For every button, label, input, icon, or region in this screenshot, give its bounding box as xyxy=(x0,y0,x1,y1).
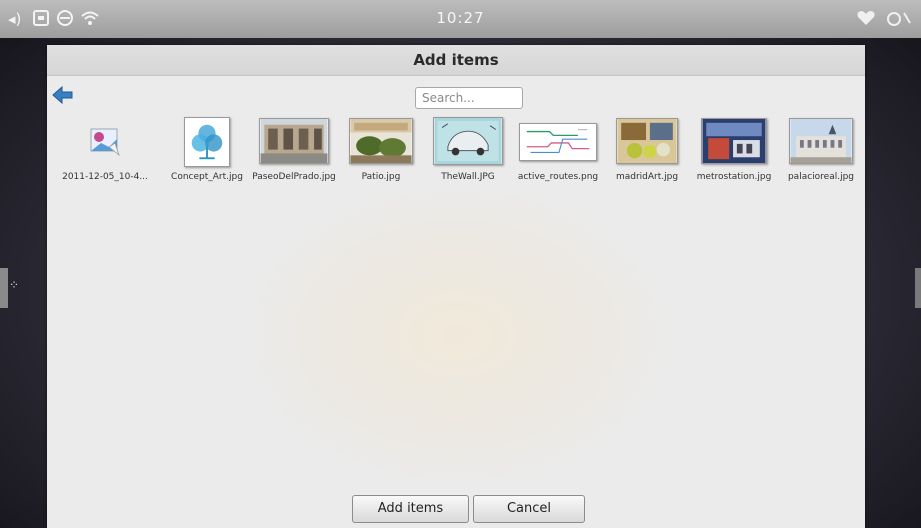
back-arrow-icon[interactable] xyxy=(51,85,75,105)
item-thumbnail xyxy=(349,118,413,164)
dialog-title: Add items xyxy=(47,45,865,76)
list-item[interactable]: PaseoDelPrado.jpg xyxy=(250,115,338,195)
list-item[interactable]: Patio.jpg xyxy=(337,115,425,195)
list-item[interactable]: madridArt.jpg xyxy=(603,115,691,195)
item-label: 2011-12-05_10-4... xyxy=(62,172,148,182)
right-edge-handle[interactable] xyxy=(915,268,921,308)
cancel-button[interactable]: Cancel xyxy=(473,495,585,523)
item-thumbnail xyxy=(433,117,503,165)
status-bar: ◂) 10:27 xyxy=(0,0,921,38)
list-item[interactable]: Concept_Art.jpg xyxy=(163,115,251,195)
list-item[interactable]: metrostation.jpg xyxy=(690,115,778,195)
settings-icon[interactable] xyxy=(886,9,912,27)
item-label: PaseoDelPrado.jpg xyxy=(252,172,336,182)
item-label: madridArt.jpg xyxy=(615,172,679,182)
item-thumbnail xyxy=(259,118,329,164)
item-thumbnail xyxy=(701,118,767,164)
add-items-dialog: Add items 2011-12-05_10-4... xyxy=(47,45,865,528)
item-label: active_routes.png xyxy=(517,172,599,182)
list-item[interactable]: active_routes.png xyxy=(514,115,602,195)
list-item[interactable]: 2011-12-05_10-4... xyxy=(61,115,149,195)
left-handle-dots-icon: ⁘ xyxy=(9,278,20,292)
item-label: Concept_Art.jpg xyxy=(171,172,243,182)
heart-icon xyxy=(856,9,876,27)
search-input[interactable] xyxy=(415,87,523,109)
item-label: Patio.jpg xyxy=(361,172,401,182)
item-label: metrostation.jpg xyxy=(696,172,772,182)
item-thumbnail xyxy=(789,118,853,164)
item-thumbnail xyxy=(519,123,597,161)
list-item[interactable]: palacioreal.jpg xyxy=(777,115,865,195)
left-edge-handle[interactable] xyxy=(0,268,8,308)
list-item[interactable]: TheWall.JPG xyxy=(424,115,512,195)
item-grid: 2011-12-05_10-4... Concept_Art.jpg Paseo… xyxy=(47,115,865,195)
item-thumbnail xyxy=(616,118,678,164)
item-label: palacioreal.jpg xyxy=(787,172,855,182)
clock-time: 10:27 xyxy=(436,9,485,27)
background-flower xyxy=(247,185,667,485)
image-file-icon xyxy=(85,125,125,157)
item-label: TheWall.JPG xyxy=(441,172,495,182)
item-thumbnail xyxy=(184,117,230,167)
add-items-button[interactable]: Add items xyxy=(352,495,469,523)
